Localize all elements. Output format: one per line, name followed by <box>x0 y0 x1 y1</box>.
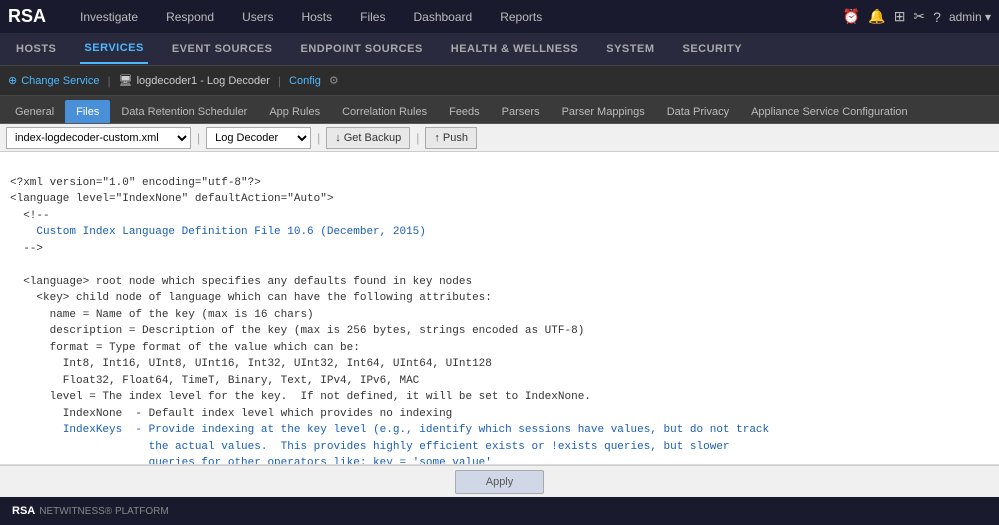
nav-dashboard[interactable]: Dashboard <box>409 8 476 26</box>
secondnav-hosts[interactable]: HOSTS <box>12 35 60 63</box>
config-icon: ⚙ <box>329 74 339 87</box>
code-line-1: <?xml version="1.0" encoding="utf-8"?> <box>10 177 261 189</box>
grid-icon[interactable]: ⊞ <box>894 8 906 25</box>
tab-feeds[interactable]: Feeds <box>438 100 491 123</box>
code-line-3: <!-- <box>10 210 50 222</box>
tab-general[interactable]: General <box>4 100 65 123</box>
change-service-btn[interactable]: ⊕ Change Service <box>8 74 100 87</box>
upload-icon: ↑ <box>434 132 440 144</box>
push-button[interactable]: ↑ Push <box>425 127 477 149</box>
bottom-logo: RSA <box>12 505 35 517</box>
service-name-label: logdecoder1 - Log Decoder <box>137 75 270 87</box>
breadcrumb-bar: ⊕ Change Service | 🖥 logdecoder1 - Log D… <box>0 66 999 96</box>
secondnav-event-sources[interactable]: EVENT SOURCES <box>168 35 277 63</box>
code-line-17: queries for other operators like: key = … <box>10 457 492 465</box>
nav-investigate[interactable]: Investigate <box>76 8 142 26</box>
app-container: RSA Investigate Respond Users Hosts File… <box>0 0 999 525</box>
code-line-8: name = Name of the key (max is 16 chars) <box>10 309 314 321</box>
code-line-13: level = The index level for the key. If … <box>10 391 591 403</box>
secondnav-system[interactable]: SYSTEM <box>602 35 658 63</box>
top-navigation: RSA Investigate Respond Users Hosts File… <box>0 0 999 33</box>
download-icon: ↓ <box>335 132 341 144</box>
nav-respond[interactable]: Respond <box>162 8 218 26</box>
breadcrumb-separator-1: | <box>108 74 111 88</box>
file-content-editor[interactable]: <?xml version="1.0" encoding="utf-8"?> <… <box>0 152 999 465</box>
code-line-11: Int8, Int16, UInt8, UInt16, Int32, UInt3… <box>10 358 492 370</box>
change-service-label[interactable]: Change Service <box>21 75 99 87</box>
code-line-14: IndexNone - Default index level which pr… <box>10 408 452 420</box>
rsa-logo: RSA <box>8 6 46 27</box>
clock-icon[interactable]: ⏰ <box>843 8 860 25</box>
file-toolbar: index-logdecoder-custom.xml | Log Decode… <box>0 124 999 152</box>
nav-files[interactable]: Files <box>356 8 389 26</box>
tab-parser-mappings[interactable]: Parser Mappings <box>551 100 656 123</box>
second-navigation: HOSTS SERVICES EVENT SOURCES ENDPOINT SO… <box>0 33 999 66</box>
toolbar-separator-1: | <box>197 131 200 145</box>
secondnav-health[interactable]: HEALTH & WELLNESS <box>447 35 582 63</box>
tab-correlation-rules[interactable]: Correlation Rules <box>331 100 438 123</box>
bottom-branding: RSA NETWITNESS® PLATFORM <box>0 497 999 525</box>
tab-data-privacy[interactable]: Data Privacy <box>656 100 740 123</box>
scissors-icon[interactable]: ✂ <box>913 8 925 25</box>
service-icon: 🖥 <box>119 74 133 87</box>
toolbar-separator-3: | <box>416 131 419 145</box>
code-line-7: <key> child node of language which can h… <box>10 292 492 304</box>
config-link[interactable]: Config <box>289 75 321 87</box>
bottom-tagline: NETWITNESS® PLATFORM <box>39 506 168 517</box>
tab-asc[interactable]: Appliance Service Configuration <box>740 100 919 123</box>
nav-icons: ⏰ 🔔 ⊞ ✂ ? admin ▾ <box>843 8 991 25</box>
footer-bar: Apply <box>0 465 999 497</box>
secondnav-endpoint-sources[interactable]: ENDPOINT SOURCES <box>296 35 426 63</box>
help-icon[interactable]: ? <box>933 9 941 25</box>
code-line-16: the actual values. This provides highly … <box>10 441 730 453</box>
nav-users[interactable]: Users <box>238 8 277 26</box>
tab-files[interactable]: Files <box>65 100 110 123</box>
get-backup-button[interactable]: ↓ Get Backup <box>326 127 410 149</box>
tab-parsers[interactable]: Parsers <box>491 100 551 123</box>
admin-menu[interactable]: admin ▾ <box>949 10 991 24</box>
code-line-15: IndexKeys - Provide indexing at the key … <box>10 424 769 436</box>
nav-reports[interactable]: Reports <box>496 8 546 26</box>
toolbar-separator-2: | <box>317 131 320 145</box>
secondnav-security[interactable]: SECURITY <box>678 35 746 63</box>
tab-data-retention[interactable]: Data Retention Scheduler <box>110 100 258 123</box>
code-line-4: Custom Index Language Definition File 10… <box>10 226 426 238</box>
code-line-5: --> <box>10 243 43 255</box>
code-line-6: <language> root node which specifies any… <box>10 276 472 288</box>
secondnav-services[interactable]: SERVICES <box>80 34 147 64</box>
breadcrumb-separator-2: | <box>278 74 281 88</box>
code-line-10: format = Type format of the value which … <box>10 342 360 354</box>
code-line-2: <language level="IndexNone" defaultActio… <box>10 193 333 205</box>
apply-button[interactable]: Apply <box>455 470 545 494</box>
code-line-9: description = Description of the key (ma… <box>10 325 584 337</box>
tab-app-rules[interactable]: App Rules <box>258 100 331 123</box>
nav-hosts[interactable]: Hosts <box>297 8 336 26</box>
service-name-area: 🖥 logdecoder1 - Log Decoder <box>119 74 270 87</box>
plus-icon: ⊕ <box>8 74 17 87</box>
bell-icon[interactable]: 🔔 <box>868 8 885 25</box>
source-selector[interactable]: Log Decoder <box>206 127 311 149</box>
tab-bar: General Files Data Retention Scheduler A… <box>0 96 999 124</box>
file-selector[interactable]: index-logdecoder-custom.xml <box>6 127 191 149</box>
code-line-12: Float32, Float64, TimeT, Binary, Text, I… <box>10 375 419 387</box>
